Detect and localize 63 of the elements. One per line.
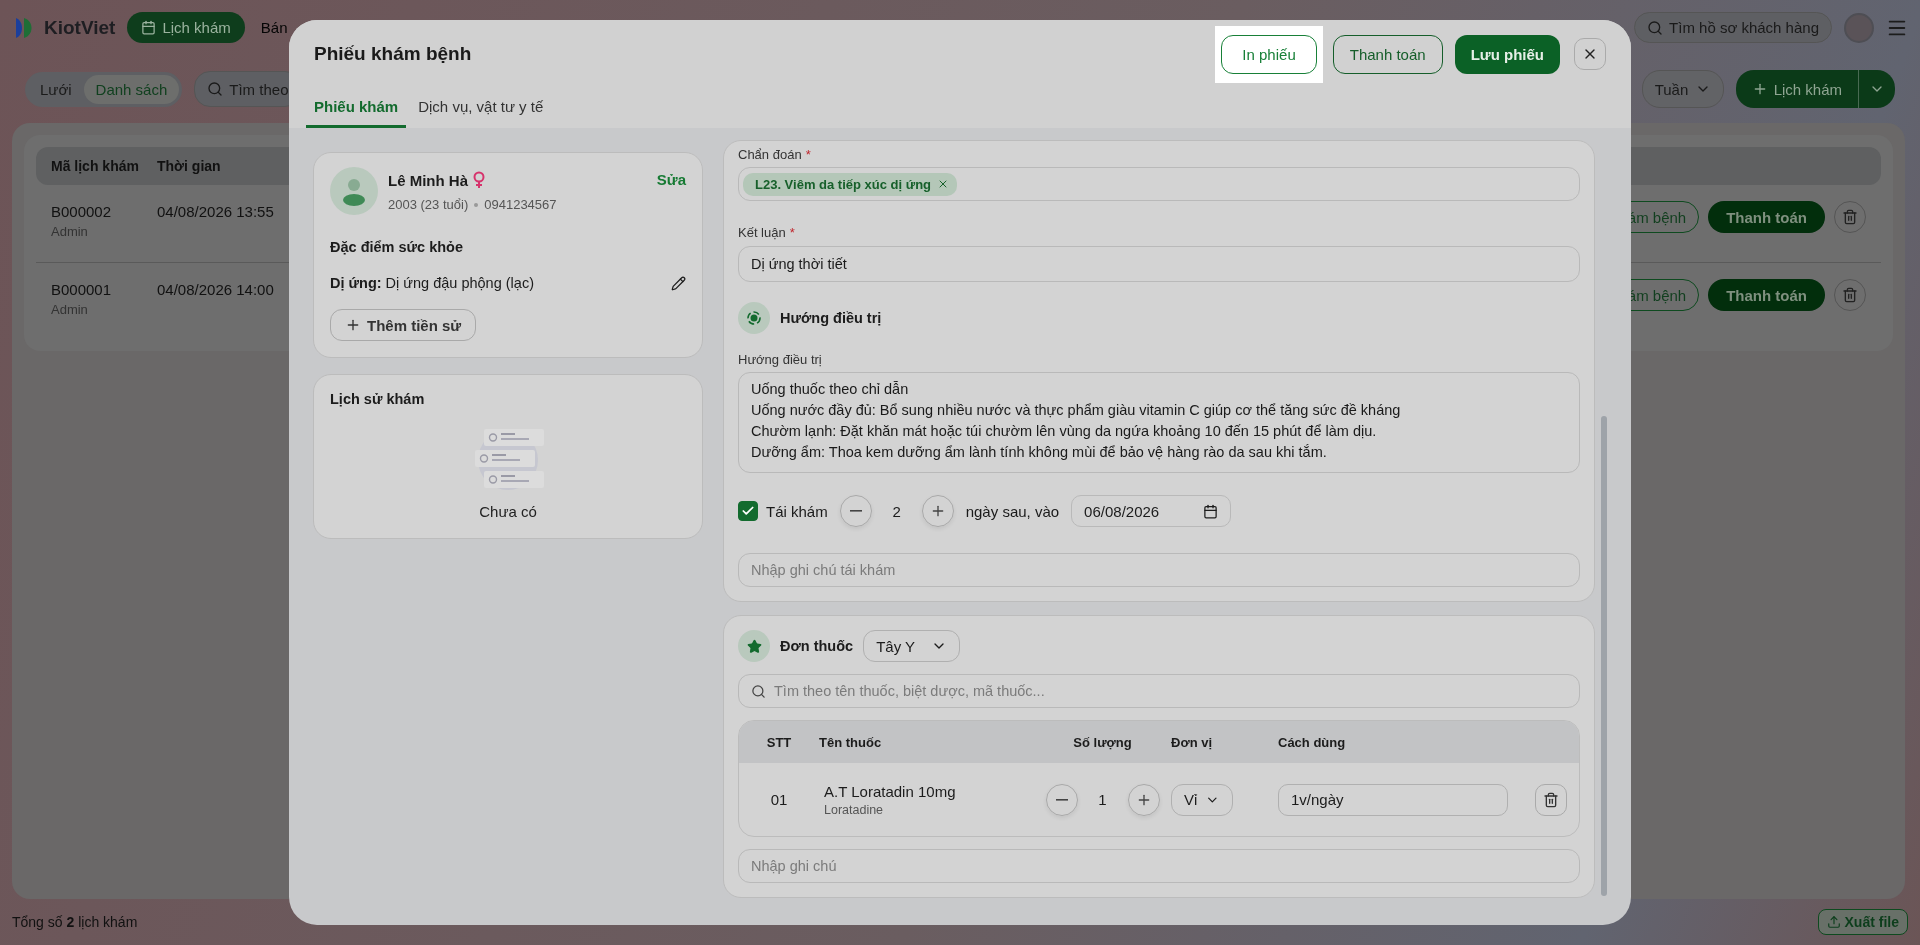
patient-birth: 2003 (23 tuổi) [388,197,469,212]
table-cell-text: Admin [51,302,89,317]
logo-text: KiotViet [44,16,116,39]
print-button[interactable]: In phiếu [1221,34,1317,74]
section-title: Hướng điều trị [780,310,882,326]
column-header: STT [765,734,793,750]
conclusion-field[interactable]: Dị ứng thời tiết [738,246,1580,282]
view-option[interactable]: Lưới [28,74,84,104]
view-option[interactable]: Danh sách [83,74,180,104]
quantity-value: 1 [1097,791,1108,808]
follow-up-label: Tái khám [766,502,828,520]
section-title: Đơn thuốc [780,638,854,654]
date-field[interactable]: 06/08/2026 [1071,495,1232,527]
diagnosis-tag[interactable]: L23. Viêm da tiếp xúc dị ứng [743,172,958,196]
table-cell: B000001 [51,281,112,298]
days-after-label: ngày sau, vào [965,502,1060,520]
add-appointment-button[interactable]: Lịch khám [1735,70,1895,108]
patient-name: Lê Minh Hà [388,171,468,189]
tab[interactable]: Phiếu khám [306,88,407,128]
tab[interactable]: Dịch vụ, vật tư y tế [410,88,552,128]
modal-title: Phiếu khám bệnh [314,43,473,65]
empty-text: Chưa có [479,503,537,520]
table-cell: 04/08/2026 13:55 [157,203,274,220]
section-title: Đặc điểm sức khỏe [330,239,464,255]
field-label: Hướng điều trị [738,352,823,367]
payment-button[interactable]: Thanh toán [1332,34,1443,74]
field-label: Kết luận * [738,225,796,240]
table-cell: B000002 [51,203,112,220]
medicine-search-field[interactable]: Tìm theo tên thuốc, biệt dược, mã thuốc... [738,674,1580,708]
total-count: Tổng số 2 lịch khám [12,914,138,930]
days-value: 2 [891,502,902,520]
field-label: Chẩn đoán * [738,147,812,162]
table-cell-text: 01 [769,791,789,808]
add-history-button[interactable]: Thêm tiền sử [330,309,477,341]
payment-button[interactable]: Thanh toán [1708,279,1825,311]
column-header: Số lượng [1072,734,1133,750]
save-button[interactable]: Lưu phiếu [1454,34,1560,74]
treatment-field[interactable]: Uống thuốc theo chỉ dẫn Uống nước đầy đủ: Bổ sung nhiều nước và thực phẩm giàu vitamin C giúp cơ thể tăng sức đề kháng Chườm lạnh: Đặt khăn mát hoặc túi chườm lên vùng da ngứa khoảng 10 đến 15 phút để làm dịu. Dưỡng ẩm: Thoa kem dưỡng ẩm lành tính không mùi để bảo vệ hàng rào da sau khi tắm. [738,372,1580,473]
table-cell: 04/08/2026 14:00 [157,281,274,298]
follow-up-note-field[interactable]: Nhập ghi chú tái khám [738,553,1580,587]
drug-name: A.T Loratadin 10mg [823,782,957,800]
medicine-type-select[interactable]: Tây Y [863,630,961,662]
section-title: Lịch sử khám [330,391,426,407]
allergy-text: Dị ứng: Dị ứng đậu phộng (lạc) [330,275,534,291]
nav-item[interactable]: Lịch khám [127,12,245,43]
column-header: Cách dùng [1278,734,1347,750]
note-field[interactable]: Nhập ghi chú [738,849,1580,883]
table-cell-text: Admin [51,224,89,239]
column-header: Thời gian [157,158,222,174]
export-button[interactable]: Xuất file [1817,909,1908,935]
edit-link[interactable]: Sửa [656,171,686,188]
period-select[interactable]: Tuần [1641,70,1724,108]
search-field[interactable]: Tìm hồ sơ khách hàng [1634,12,1832,43]
nav-item[interactable]: Bán [256,12,288,43]
drug-generic: Loratadine [823,802,885,817]
patient-phone: 0941234567 [484,197,557,212]
usage-field[interactable]: 1v/ngày [1278,783,1508,816]
diagnosis-field[interactable]: L23. Viêm da tiếp xúc dị ứng [738,167,1580,201]
column-header: Đơn vị [1171,734,1214,750]
payment-button[interactable]: Thanh toán [1708,201,1825,233]
column-header: Mã lịch khám [51,158,140,174]
column-header: Tên thuốc [819,734,883,750]
unit-select[interactable]: Vỉ [1171,783,1233,816]
